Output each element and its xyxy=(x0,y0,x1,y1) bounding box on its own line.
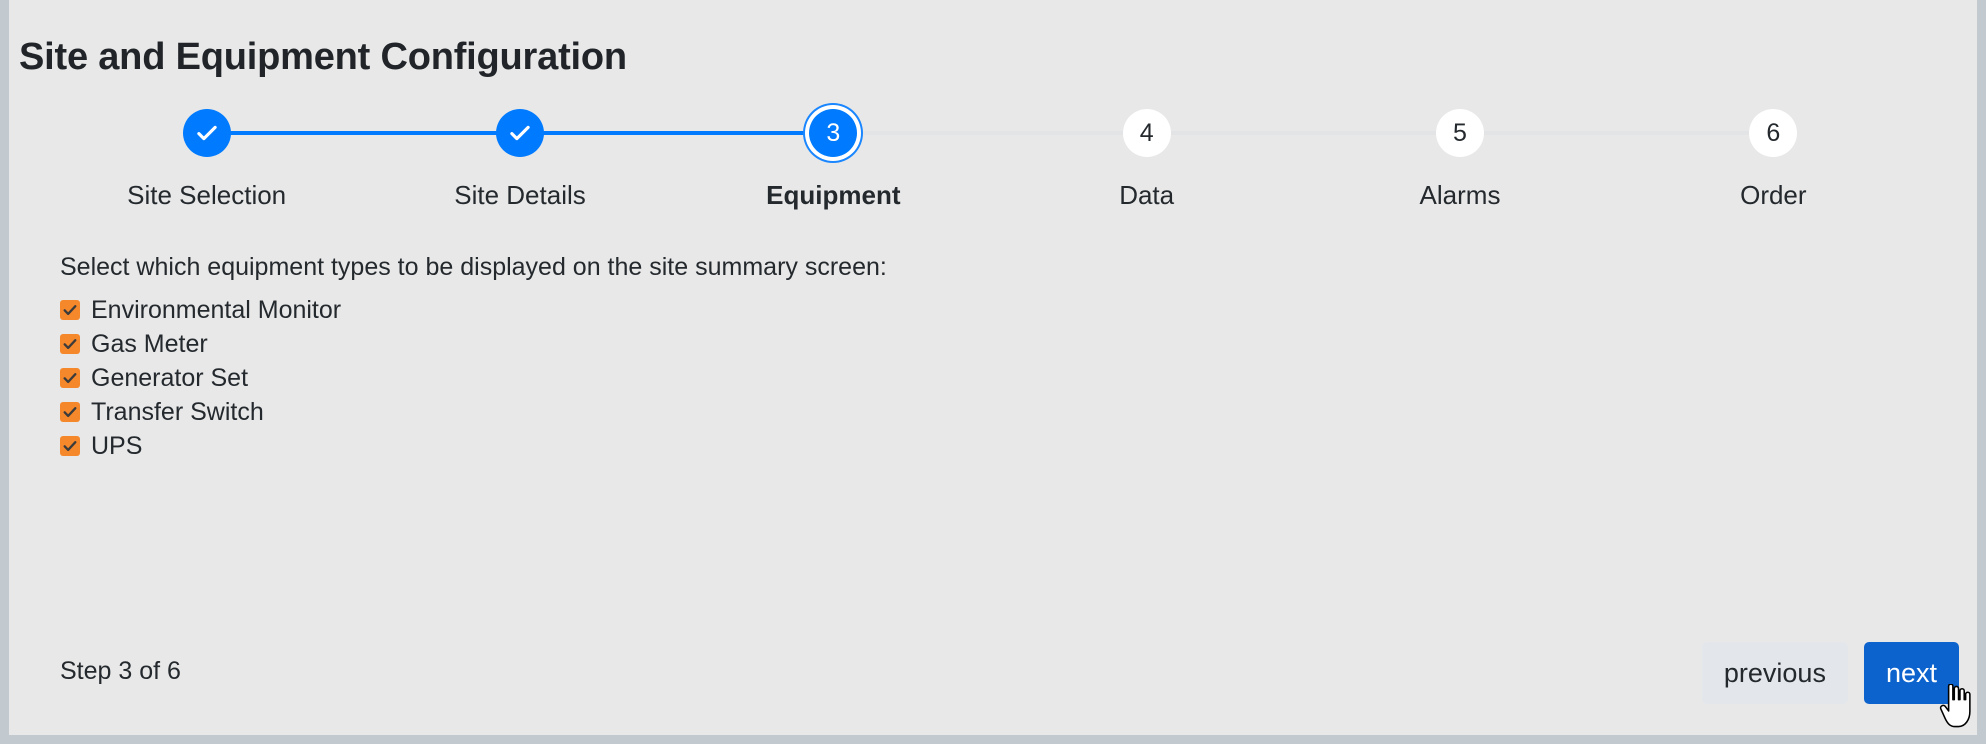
checkbox-checked-icon[interactable] xyxy=(60,402,80,422)
checkbox-checked-icon[interactable] xyxy=(60,436,80,456)
equipment-label: Gas Meter xyxy=(91,329,208,358)
equipment-list-item[interactable]: Environmental Monitor xyxy=(60,293,1760,327)
next-button[interactable]: next xyxy=(1863,642,1959,704)
checkbox-checked-icon[interactable] xyxy=(60,334,80,354)
stepper-step-5[interactable]: 5 Alarms xyxy=(1335,100,1585,211)
check-icon[interactable] xyxy=(182,109,231,157)
step-counter-text: Step 3 of 6 xyxy=(60,657,181,685)
equipment-label: Transfer Switch xyxy=(91,397,264,426)
step-number-5[interactable]: 5 xyxy=(1436,109,1484,157)
equipment-label: Generator Set xyxy=(91,363,249,392)
wizard-stepper: Site Selection Site Details 3 Equipment 4 Dat… xyxy=(50,100,1930,220)
checkbox-checked-icon[interactable] xyxy=(60,368,80,388)
equipment-list-item[interactable]: Generator Set xyxy=(60,361,1760,395)
step-number-3[interactable]: 3 xyxy=(809,109,858,157)
equipment-select-prompt: Select which equipment types to be displ… xyxy=(60,253,887,281)
step-label-order: Order xyxy=(1740,180,1807,210)
equipment-list-item[interactable]: Transfer Switch xyxy=(60,395,1760,429)
main-content: Select which equipment types to be displ… xyxy=(60,252,1760,463)
stepper-step-1[interactable]: Site Selection xyxy=(82,100,332,211)
application-frame: Site and Equipment Configuration Site Se… xyxy=(0,0,1986,744)
step-label-equipment: Equipment xyxy=(766,180,901,210)
equipment-label: Environmental Monitor xyxy=(91,295,342,324)
step-connector-1-2 xyxy=(206,131,520,135)
check-icon[interactable] xyxy=(496,109,544,157)
step-label-site-selection: Site Selection xyxy=(127,180,287,210)
equipment-list-item[interactable]: Gas Meter xyxy=(60,327,1760,361)
stepper-step-4[interactable]: 4 Data xyxy=(1022,100,1272,211)
previous-button[interactable]: previous xyxy=(1701,642,1848,704)
equipment-checkbox-list: Environmental Monitor Gas Meter Generator … xyxy=(60,293,1760,463)
stepper-step-6[interactable]: 6 Order xyxy=(1648,100,1898,211)
step-number-6[interactable]: 6 xyxy=(1749,109,1798,157)
stepper-step-3[interactable]: 3 Equipment xyxy=(708,100,958,211)
wizard-navigation: previous next xyxy=(1701,642,1959,704)
step-number-4[interactable]: 4 xyxy=(1122,109,1171,157)
step-connector-3-4 xyxy=(833,131,1147,135)
step-label-data: Data xyxy=(1119,180,1175,210)
step-connector-2-3 xyxy=(520,131,834,135)
step-connector-4-5 xyxy=(1146,131,1460,135)
step-connector-5-6 xyxy=(1460,131,1774,135)
checkbox-checked-icon[interactable] xyxy=(60,300,80,320)
equipment-label: UPS xyxy=(91,431,143,460)
page-title: Site and Equipment Configuration xyxy=(19,36,627,79)
step-label-site-details: Site Details xyxy=(454,180,586,210)
stepper-step-2[interactable]: Site Details xyxy=(395,100,645,211)
equipment-list-item[interactable]: UPS xyxy=(60,429,1760,463)
step-label-alarms: Alarms xyxy=(1419,180,1501,210)
